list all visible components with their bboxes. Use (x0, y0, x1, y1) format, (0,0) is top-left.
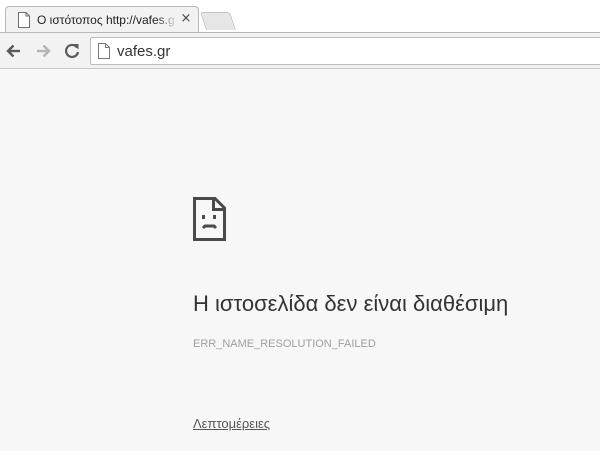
address-bar[interactable]: vafes.gr (90, 37, 600, 65)
tab-active[interactable]: Ο ιστότοπος http://vafes.gr × (5, 6, 199, 32)
page-icon (98, 43, 110, 59)
error-heading: Η ιστοσελίδα δεν είναι διαθέσιμη (193, 291, 509, 316)
close-icon[interactable]: × (179, 11, 193, 27)
back-arrow-icon[interactable] (4, 41, 24, 61)
page-icon (18, 12, 30, 28)
address-text[interactable]: vafes.gr (117, 43, 170, 60)
sad-page-icon (193, 197, 226, 241)
forward-arrow-icon[interactable] (33, 41, 53, 61)
error-code: ERR_NAME_RESOLUTION_FAILED (193, 338, 376, 350)
new-tab-button[interactable] (200, 12, 236, 30)
tab-title-fade (156, 10, 178, 30)
details-link[interactable]: Λεπτομέρειες (193, 416, 270, 432)
tab-strip: Ο ιστότοπος http://vafes.gr × (0, 0, 600, 32)
reload-icon[interactable] (62, 41, 82, 61)
toolbar: vafes.gr (0, 32, 600, 69)
tab-title: Ο ιστότοπος http://vafes.gr (37, 13, 175, 27)
error-page: Η ιστοσελίδα δεν είναι διαθέσιμη ERR_NAM… (0, 69, 600, 451)
browser-window: Ο ιστότοπος http://vafes.gr × vafes.gr Η… (0, 0, 600, 451)
